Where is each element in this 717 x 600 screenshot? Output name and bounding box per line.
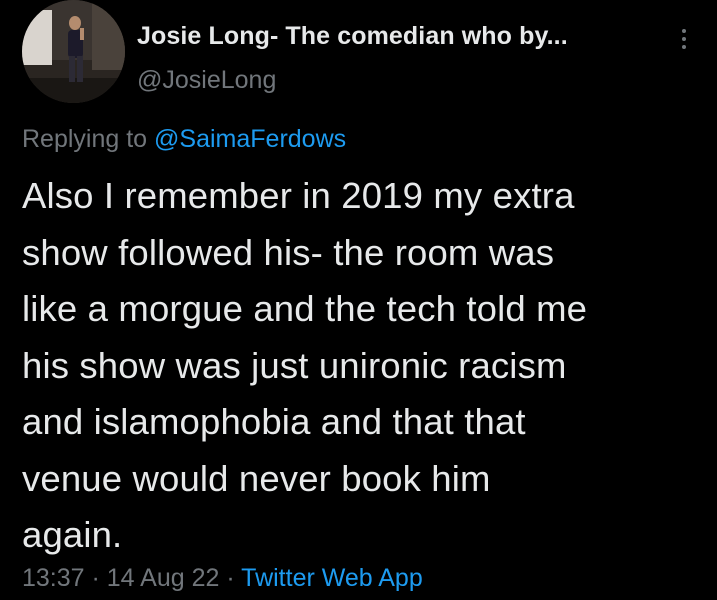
- more-dot: [682, 45, 686, 49]
- replying-to: Replying to @SaimaFerdows: [22, 125, 346, 154]
- display-name[interactable]: Josie Long- The comedian who by...: [137, 22, 568, 51]
- reply-mention-link[interactable]: @SaimaFerdows: [154, 125, 346, 153]
- tweet-source-link[interactable]: Twitter Web App: [241, 564, 423, 592]
- tweet-date[interactable]: 14 Aug 22: [107, 564, 220, 592]
- tweet-header: Josie Long- The comedian who by... @Josi…: [22, 0, 702, 110]
- tweet-text: Also I remember in 2019 my extra show fo…: [22, 175, 588, 555]
- more-dot: [682, 29, 686, 33]
- tweet-container: Josie Long- The comedian who by... @Josi…: [0, 0, 717, 600]
- more-vertical-icon[interactable]: [670, 26, 698, 58]
- avatar-photo: [22, 0, 125, 103]
- meta-separator: ·: [84, 564, 107, 592]
- meta-separator: ·: [219, 564, 242, 592]
- more-dot: [682, 37, 686, 41]
- replying-to-label: Replying to: [22, 125, 155, 153]
- tweet-time[interactable]: 13:37: [22, 564, 85, 592]
- user-handle[interactable]: @JosieLong: [137, 66, 276, 95]
- tweet-meta: 13:37 · 14 Aug 22 · Twitter Web App: [22, 564, 423, 593]
- avatar[interactable]: [22, 0, 125, 103]
